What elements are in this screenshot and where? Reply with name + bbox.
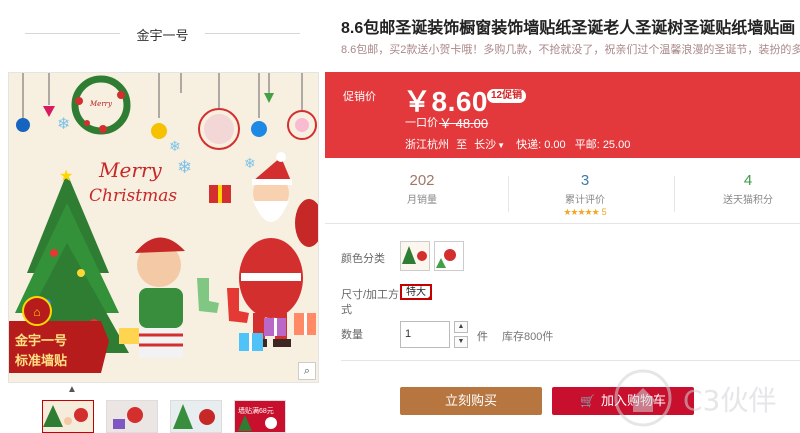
- rating-stars: ★★★★★ 5: [510, 207, 660, 218]
- divider: [25, 33, 120, 34]
- merry-lettering: Merry: [98, 158, 162, 182]
- stat-label: 累计评价: [565, 195, 605, 206]
- sales-stats: 202 月销量 3 累计评价 ★★★★★ 5 4 送天猫积分: [325, 168, 800, 224]
- chevron-up-icon[interactable]: ▲: [64, 385, 80, 395]
- christmas-lettering: Christmas: [89, 186, 177, 206]
- ship-to: 长沙: [474, 139, 497, 151]
- christmas-wall-sticker-illustration: Merry ❄ ❄ ❄ ❄ ❄ Merry Christmas ★: [9, 73, 318, 382]
- rating-score: 5: [601, 207, 607, 217]
- chevron-down-icon: ▼: [497, 141, 506, 150]
- svg-text:❄: ❄: [177, 157, 192, 177]
- stock-count: 库存800件: [502, 331, 554, 343]
- stat-label: 月销量: [407, 195, 437, 206]
- promo-label: 促销价: [343, 91, 376, 103]
- quantity-unit: 件: [477, 331, 488, 343]
- size-option-selected[interactable]: 特大: [400, 284, 432, 300]
- original-price-label: 一口价: [405, 117, 438, 129]
- svg-text:❄: ❄: [169, 138, 181, 154]
- store-header: 金宇一号: [0, 18, 325, 48]
- svg-text:❄: ❄: [244, 155, 256, 171]
- stat-reviews[interactable]: 3 累计评价 ★★★★★ 5: [510, 172, 660, 218]
- product-title: 8.6包邮圣诞装饰橱窗装饰墙贴纸圣诞老人圣诞树圣诞贴纸墙贴画: [341, 20, 796, 37]
- quantity-input[interactable]: 1: [400, 321, 450, 348]
- divider: [508, 176, 509, 212]
- cart-icon: 🛒: [580, 394, 595, 408]
- color-label: 颜色分类: [341, 253, 385, 265]
- stat-value: 3: [580, 172, 590, 189]
- size-option-text: 特大: [406, 287, 426, 298]
- thumbnail-3[interactable]: [170, 400, 222, 433]
- site-watermark: C3伙伴: [605, 358, 800, 433]
- stat-value: 4: [743, 172, 753, 189]
- watermark-text: C3伙伴: [683, 384, 776, 417]
- ping-mail-fee: 平邮: 25.00: [574, 139, 631, 151]
- ship-to-select[interactable]: 长沙▼: [474, 139, 513, 151]
- buy-now-button[interactable]: 立刻购买: [400, 387, 542, 415]
- thumbnail-1[interactable]: [42, 400, 94, 433]
- stat-tmall-points: 4 送天猫积分: [673, 172, 800, 206]
- svg-text:★: ★: [59, 168, 73, 185]
- quantity-decrease-button[interactable]: ▼: [454, 336, 468, 348]
- color-option-2[interactable]: [434, 241, 464, 271]
- svg-text:⌂: ⌂: [33, 305, 40, 319]
- selected-check-icon: [426, 294, 432, 300]
- stat-value: 202: [409, 172, 435, 189]
- thumbnail-strip: 墙贴满68元: [42, 400, 287, 433]
- svg-text:❄: ❄: [57, 116, 70, 133]
- express-fee: 快递: 0.00: [516, 139, 566, 151]
- size-label-line2: 式: [341, 304, 352, 316]
- banner-line-1: 金宇一号: [14, 333, 67, 348]
- size-label-line1: 尺寸/加工方: [341, 289, 400, 301]
- product-subtitle: 8.6包邮，买2款送小贺卡哦！多购几款，不抢就没了，祝亲们过个温馨浪漫的圣诞节，…: [341, 44, 800, 56]
- main-product-image[interactable]: Merry ❄ ❄ ❄ ❄ ❄ Merry Christmas ★: [8, 72, 319, 383]
- thumb-badge-text: 墙贴满68元: [238, 406, 274, 415]
- price-panel: 促销价 ￥8.60 12促销 一口价 ￥ 48.00 浙江杭州 至 长沙▼ 快递…: [325, 72, 800, 158]
- store-name[interactable]: 金宇一号: [120, 25, 205, 44]
- wreath-text: Merry: [89, 100, 113, 108]
- magnifier-icon[interactable]: ⌕: [298, 362, 316, 380]
- banner-line-2: 标准墙贴: [14, 353, 67, 368]
- ship-to-word: 至: [456, 139, 468, 151]
- stat-monthly-sales: 202 月销量: [347, 172, 497, 206]
- quantity-label: 数量: [341, 329, 363, 341]
- shipping-info: 浙江杭州 至 长沙▼ 快递: 0.00 平邮: 25.00: [405, 136, 630, 152]
- stat-label: 送天猫积分: [723, 195, 773, 206]
- color-option-1[interactable]: [400, 241, 430, 271]
- quantity-increase-button[interactable]: ▲: [454, 321, 468, 333]
- thumbnail-4[interactable]: 墙贴满68元: [234, 400, 286, 433]
- ship-from: 浙江杭州: [405, 139, 449, 151]
- divider: [205, 33, 300, 34]
- promo-badge: 12促销: [487, 89, 527, 103]
- original-price: ￥ 48.00: [439, 116, 489, 131]
- star-icons: ★★★★★: [563, 207, 599, 217]
- thumbnail-2[interactable]: [106, 400, 158, 433]
